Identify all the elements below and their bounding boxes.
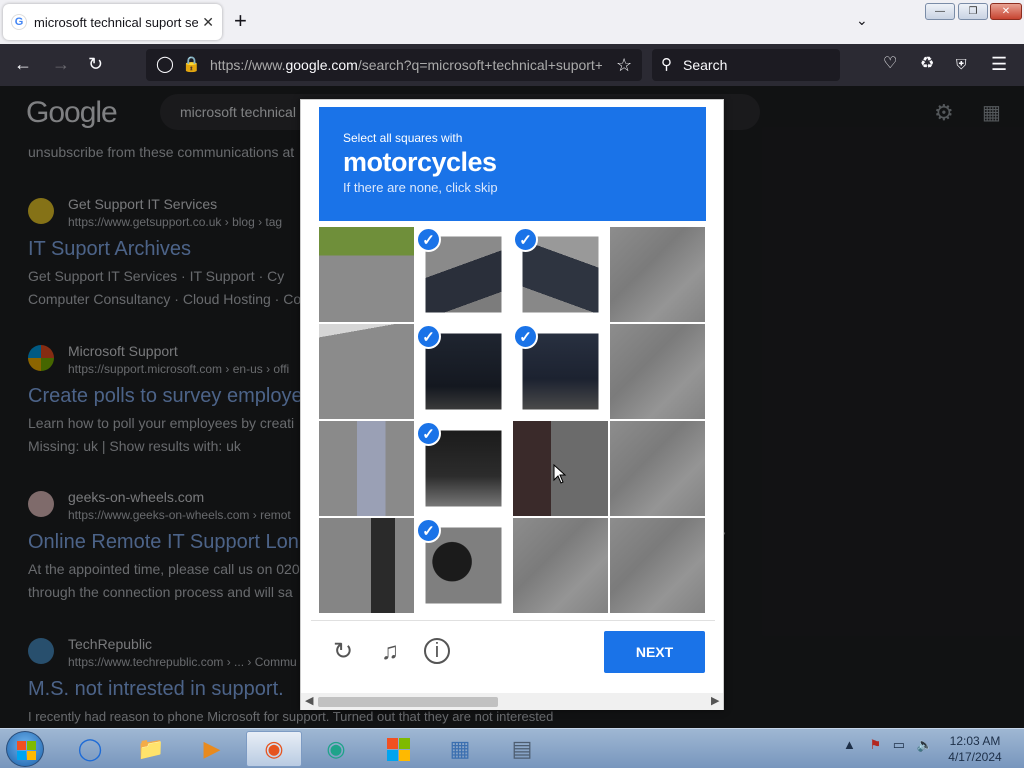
captcha-tile[interactable] bbox=[319, 421, 414, 516]
search-placeholder: Search bbox=[683, 57, 728, 73]
edge-icon[interactable]: ◉ bbox=[308, 731, 364, 767]
nav-bar: ← → ↻ ◯ 🔒 https://www.google.com/search?… bbox=[0, 44, 1024, 86]
restore-button[interactable]: ❐ bbox=[958, 3, 988, 20]
bookmark-star-icon[interactable]: ☆ bbox=[616, 54, 632, 76]
scroll-left-icon[interactable]: ◀ bbox=[305, 694, 313, 707]
windows-logo-icon bbox=[17, 741, 36, 760]
captcha-dialog: Select all squares with motorcycles If t… bbox=[300, 99, 724, 710]
next-button[interactable]: NEXT bbox=[604, 631, 705, 673]
chevron-down-icon[interactable]: ⌄ bbox=[856, 12, 868, 29]
scroll-right-icon[interactable]: ▶ bbox=[711, 694, 719, 707]
lock-icon[interactable]: 🔒 bbox=[182, 54, 201, 76]
url-text[interactable]: https://www.google.com/search?q=microsof… bbox=[210, 57, 602, 73]
captcha-tile[interactable] bbox=[319, 227, 414, 322]
captcha-tile[interactable]: ✓ bbox=[416, 227, 511, 322]
menu-icon[interactable]: ☰ bbox=[991, 53, 1007, 75]
captcha-tile[interactable]: ✓ bbox=[513, 227, 608, 322]
tile-image bbox=[610, 324, 705, 419]
network-icon[interactable]: ▭ bbox=[893, 737, 905, 752]
tab-bar: G microsoft technical suport sec ✕ + ⌄ —… bbox=[0, 0, 1024, 44]
captcha-footer: ↻ ♫ i NEXT bbox=[311, 620, 715, 680]
captcha-tile[interactable]: ✓ bbox=[513, 324, 608, 419]
firefox-icon[interactable]: ◉ bbox=[246, 731, 302, 767]
checkmark-icon: ✓ bbox=[513, 227, 538, 252]
scrollbar-thumb[interactable] bbox=[318, 697, 498, 707]
close-tab-icon[interactable]: ✕ bbox=[202, 14, 214, 31]
captcha-tile[interactable] bbox=[610, 324, 705, 419]
shield-icon[interactable]: ◯ bbox=[156, 54, 174, 76]
tab-title: microsoft technical suport sec bbox=[34, 14, 199, 30]
horizontal-scrollbar[interactable]: ◀ ▶ bbox=[301, 693, 723, 710]
checkmark-icon: ✓ bbox=[416, 227, 441, 252]
taskbar: ◯ 📁 ▶ ◉ ◉ ▦ ▤ ▲ ⚑ ▭ 🔈 12:03 AM 4/17/2024 bbox=[0, 728, 1024, 768]
checkmark-icon: ✓ bbox=[416, 324, 441, 349]
clock[interactable]: 12:03 AM 4/17/2024 bbox=[945, 733, 1005, 765]
tile-image bbox=[513, 518, 608, 613]
tile-image bbox=[319, 227, 414, 322]
windows-update-icon[interactable] bbox=[370, 731, 426, 767]
info-icon[interactable]: i bbox=[424, 638, 450, 664]
reload-challenge-icon[interactable]: ↻ bbox=[329, 638, 357, 666]
url-bar[interactable]: ◯ 🔒 https://www.google.com/search?q=micr… bbox=[146, 49, 642, 81]
control-panel-icon[interactable]: ▦ bbox=[432, 731, 488, 767]
volume-muted-icon[interactable]: 🔈 bbox=[917, 737, 933, 752]
captcha-tile[interactable] bbox=[610, 227, 705, 322]
back-arrow-icon[interactable]: ← bbox=[14, 53, 32, 75]
media-player-icon[interactable]: ▶ bbox=[184, 731, 240, 767]
captcha-tile[interactable]: ✓ bbox=[416, 324, 511, 419]
tile-image bbox=[319, 421, 414, 516]
reload-icon[interactable]: ↻ bbox=[88, 53, 103, 75]
captcha-tile[interactable]: ✓ bbox=[416, 421, 511, 516]
clock-time: 12:03 AM bbox=[949, 734, 1001, 748]
captcha-tile[interactable]: ✓ bbox=[416, 518, 511, 613]
start-button[interactable] bbox=[6, 731, 44, 767]
captcha-header: Select all squares with motorcycles If t… bbox=[319, 107, 706, 221]
tab-google-search[interactable]: G microsoft technical suport sec ✕ bbox=[3, 4, 222, 40]
clock-date: 4/17/2024 bbox=[948, 750, 1002, 764]
google-favicon-icon: G bbox=[11, 14, 27, 30]
extensions-icon[interactable]: ♻ bbox=[920, 53, 934, 75]
tile-image bbox=[610, 227, 705, 322]
captcha-instruction: Select all squares with bbox=[343, 131, 463, 145]
pocket-icon[interactable]: ♡ bbox=[883, 53, 897, 75]
captcha-grid: ✓ ✓ ✓ ✓ ✓ ✓ bbox=[319, 227, 706, 614]
audio-challenge-icon[interactable]: ♫ bbox=[376, 638, 404, 666]
tile-image bbox=[319, 324, 414, 419]
captcha-tile[interactable] bbox=[319, 518, 414, 613]
mouse-cursor-icon bbox=[553, 464, 567, 484]
tile-image bbox=[610, 421, 705, 516]
tile-image bbox=[319, 518, 414, 613]
captcha-tile[interactable] bbox=[610, 518, 705, 613]
close-window-button[interactable]: ✕ bbox=[990, 3, 1022, 20]
tile-image bbox=[610, 518, 705, 613]
action-center-icon[interactable]: ⚑ bbox=[870, 737, 882, 752]
new-tab-button[interactable]: + bbox=[234, 10, 247, 32]
file-explorer-icon[interactable]: 📁 bbox=[123, 731, 179, 767]
checkmark-icon: ✓ bbox=[416, 421, 441, 446]
search-icon: ⚲ bbox=[661, 56, 672, 73]
captcha-target: motorcycles bbox=[343, 147, 497, 177]
forward-arrow-icon[interactable]: → bbox=[52, 53, 70, 75]
search-bar[interactable]: ⚲ Search bbox=[652, 49, 840, 81]
ublock-icon[interactable]: ⛨ bbox=[956, 53, 967, 75]
captcha-tile[interactable] bbox=[610, 421, 705, 516]
captcha-tile[interactable] bbox=[319, 324, 414, 419]
show-hidden-icons-icon[interactable]: ▲ bbox=[843, 737, 856, 752]
system-tray: ▲ ⚑ ▭ 🔈 bbox=[843, 737, 933, 753]
minimize-button[interactable]: — bbox=[925, 3, 955, 20]
captcha-tile[interactable] bbox=[513, 518, 608, 613]
checkmark-icon: ✓ bbox=[416, 518, 441, 543]
checkmark-icon: ✓ bbox=[513, 324, 538, 349]
captcha-hint: If there are none, click skip bbox=[343, 180, 498, 195]
internet-explorer-icon[interactable]: ◯ bbox=[62, 731, 118, 767]
device-manager-icon[interactable]: ▤ bbox=[494, 731, 550, 767]
